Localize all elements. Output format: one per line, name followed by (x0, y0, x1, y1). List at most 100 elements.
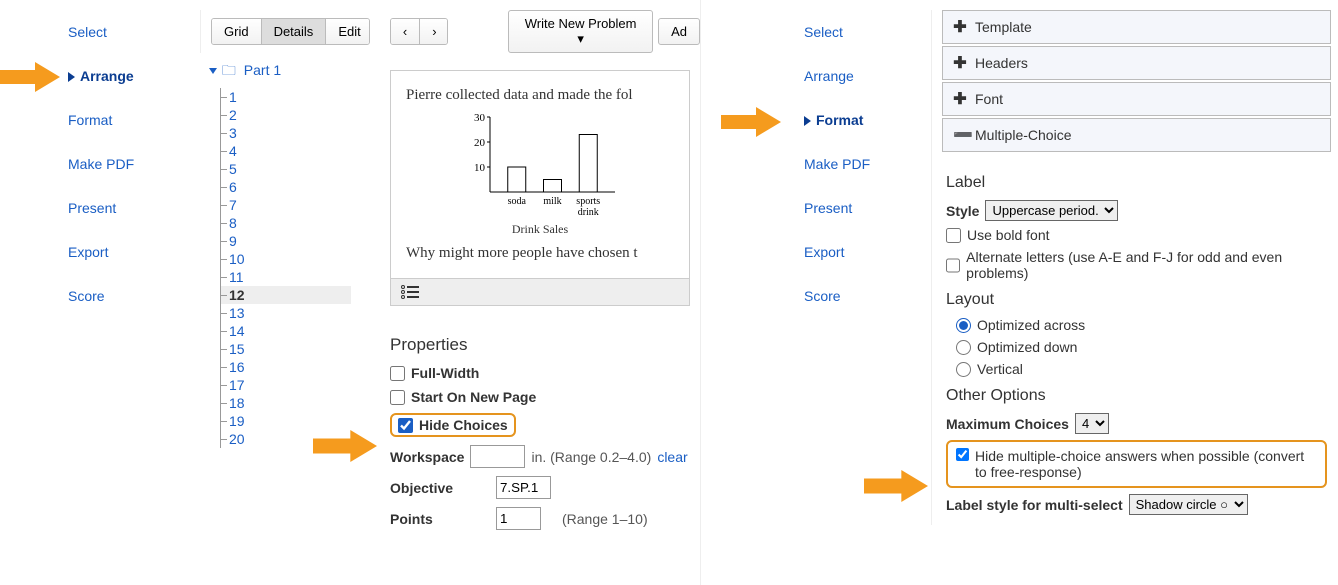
next-button[interactable]: › (420, 19, 448, 44)
sidebar-item-format[interactable]: Format (60, 98, 195, 142)
tree-item[interactable]: 4 (221, 142, 351, 160)
max-choices-select[interactable]: 4 (1075, 413, 1109, 434)
full-width-label: Full-Width (411, 365, 479, 381)
write-new-problem-button[interactable]: Write New Problem (508, 10, 653, 53)
bold-font-label: Use bold font (967, 227, 1050, 243)
sidebar-item-arrange[interactable]: Arrange (60, 54, 195, 98)
sidebar2-item-present[interactable]: Present (796, 186, 931, 230)
tree-item[interactable]: 9 (221, 232, 351, 250)
accordion-label: Headers (975, 55, 1028, 71)
tree-item[interactable]: 3 (221, 124, 351, 142)
style-label: Style (946, 203, 979, 219)
accordion-item-font[interactable]: ✚Font (942, 82, 1331, 116)
max-choices-label: Maximum Choices (946, 416, 1069, 432)
sidebar-item-select[interactable]: Select (60, 10, 195, 54)
tree-item[interactable]: 19 (221, 412, 351, 430)
format-panel: ✚Template✚Headers✚Font➖Multiple-Choice L… (931, 10, 1331, 525)
sidebar2-item-arrange[interactable]: Arrange (796, 54, 931, 98)
layout-radio-0[interactable] (956, 318, 971, 333)
tree-item[interactable]: 15 (221, 340, 351, 358)
layout-radio-1[interactable] (956, 340, 971, 355)
add-button[interactable]: Ad (658, 18, 700, 45)
layout-radio-label: Vertical (977, 361, 1023, 377)
minus-icon: ➖ (953, 125, 967, 145)
objective-input[interactable] (496, 476, 551, 499)
sidebar2-item-makepdf[interactable]: Make PDF (796, 142, 931, 186)
sidebar2-item-format[interactable]: Format (796, 98, 931, 142)
tree-part[interactable]: 🗀 Part 1 (210, 60, 351, 84)
problem-tree: 🗀 Part 1 1234567891011121314151617181920 (210, 60, 351, 448)
sidebar-item-export[interactable]: Export (60, 230, 195, 274)
problem-preview: Pierre collected data and made the fol 1… (390, 70, 690, 306)
tree-item[interactable]: 6 (221, 178, 351, 196)
accordion-item-headers[interactable]: ✚ Headers (942, 46, 1331, 80)
view-toolbar: Grid Details Edit ‹ › Write New Problem … (211, 10, 700, 53)
points-input[interactable] (496, 507, 541, 530)
properties-panel: Properties Full-Width Start On New Page … (390, 335, 690, 538)
chevron-down-icon (209, 68, 217, 74)
sidebar-item-present[interactable]: Present (60, 186, 195, 230)
edit-button[interactable]: Edit (326, 19, 370, 44)
sidebar-item-label: Arrange (80, 68, 134, 84)
sidebar2-item-export[interactable]: Export (796, 230, 931, 274)
tree-item[interactable]: 1 (221, 88, 351, 106)
tree-item[interactable]: 2 (221, 106, 351, 124)
plus-icon: ✚ (953, 53, 967, 73)
list-icon (401, 285, 679, 299)
objective-label: Objective (390, 480, 490, 496)
chevron-right-icon (68, 72, 75, 82)
sidebar-item-label: Format (816, 112, 863, 128)
bold-font-checkbox[interactable] (946, 228, 961, 243)
hide-choices-label: Hide Choices (419, 417, 508, 433)
hide-mc-label: Hide multiple-choice answers when possib… (975, 448, 1317, 480)
hide-mc-checkbox[interactable] (956, 448, 969, 461)
hide-choices-highlight: Hide Choices (390, 413, 516, 437)
tree-item[interactable]: 8 (221, 214, 351, 232)
workspace-input[interactable] (470, 445, 525, 468)
tree-item[interactable]: 10 (221, 250, 351, 268)
tree-part-label: Part 1 (244, 62, 281, 78)
hide-mc-highlight: Hide multiple-choice answers when possib… (946, 440, 1327, 488)
svg-text:10: 10 (474, 162, 486, 174)
tree-item[interactable]: 5 (221, 160, 351, 178)
tree-item[interactable]: 14 (221, 322, 351, 340)
tree-item[interactable]: 18 (221, 394, 351, 412)
tree-item[interactable]: 7 (221, 196, 351, 214)
plus-icon: ✚ (953, 17, 967, 37)
svg-text:soda: soda (508, 196, 527, 207)
tree-item[interactable]: 12 (221, 286, 351, 304)
layout-radio-2[interactable] (956, 362, 971, 377)
tree-item[interactable]: 17 (221, 376, 351, 394)
accordion-label: Multiple-Choice (975, 127, 1071, 143)
workspace-clear-link[interactable]: clear (657, 449, 687, 465)
sidebar-item-makepdf[interactable]: Make PDF (60, 142, 195, 186)
workspace-label: Workspace (390, 449, 464, 465)
alternate-letters-checkbox[interactable] (946, 258, 960, 273)
tree-item[interactable]: 13 (221, 304, 351, 322)
grid-button[interactable]: Grid (212, 19, 262, 44)
style-select[interactable]: Uppercase period. (985, 200, 1118, 221)
sidebar2-item-select[interactable]: Select (796, 10, 931, 54)
full-width-checkbox[interactable] (390, 366, 405, 381)
layout-radio-label: Optimized across (977, 317, 1085, 333)
start-new-page-checkbox[interactable] (390, 390, 405, 405)
points-label: Points (390, 511, 490, 527)
accordion-item-template[interactable]: ✚Template (942, 10, 1331, 44)
details-button[interactable]: Details (262, 19, 327, 44)
multi-select-label: Label style for multi-select (946, 497, 1123, 513)
nav-sidebar: Select Arrange Format Make PDF Present E… (60, 10, 195, 318)
layout-heading: Layout (946, 291, 1327, 309)
svg-text:20: 20 (474, 137, 486, 149)
multi-select-style-select[interactable]: Shadow circle ○ (1129, 494, 1248, 515)
pointer-arrow-2 (310, 430, 380, 462)
sidebar-item-score[interactable]: Score (60, 274, 195, 318)
tree-item[interactable]: 16 (221, 358, 351, 376)
accordion-item-multiple-choice[interactable]: ➖ Multiple-Choice (942, 118, 1331, 152)
sidebar2-item-score[interactable]: Score (796, 274, 931, 318)
svg-text:milk: milk (543, 196, 561, 207)
tree-item[interactable]: 11 (221, 268, 351, 286)
points-hint: (Range 1–10) (562, 511, 648, 527)
hide-choices-checkbox[interactable] (398, 418, 413, 433)
prev-button[interactable]: ‹ (391, 19, 420, 44)
svg-text:drink: drink (578, 207, 599, 218)
